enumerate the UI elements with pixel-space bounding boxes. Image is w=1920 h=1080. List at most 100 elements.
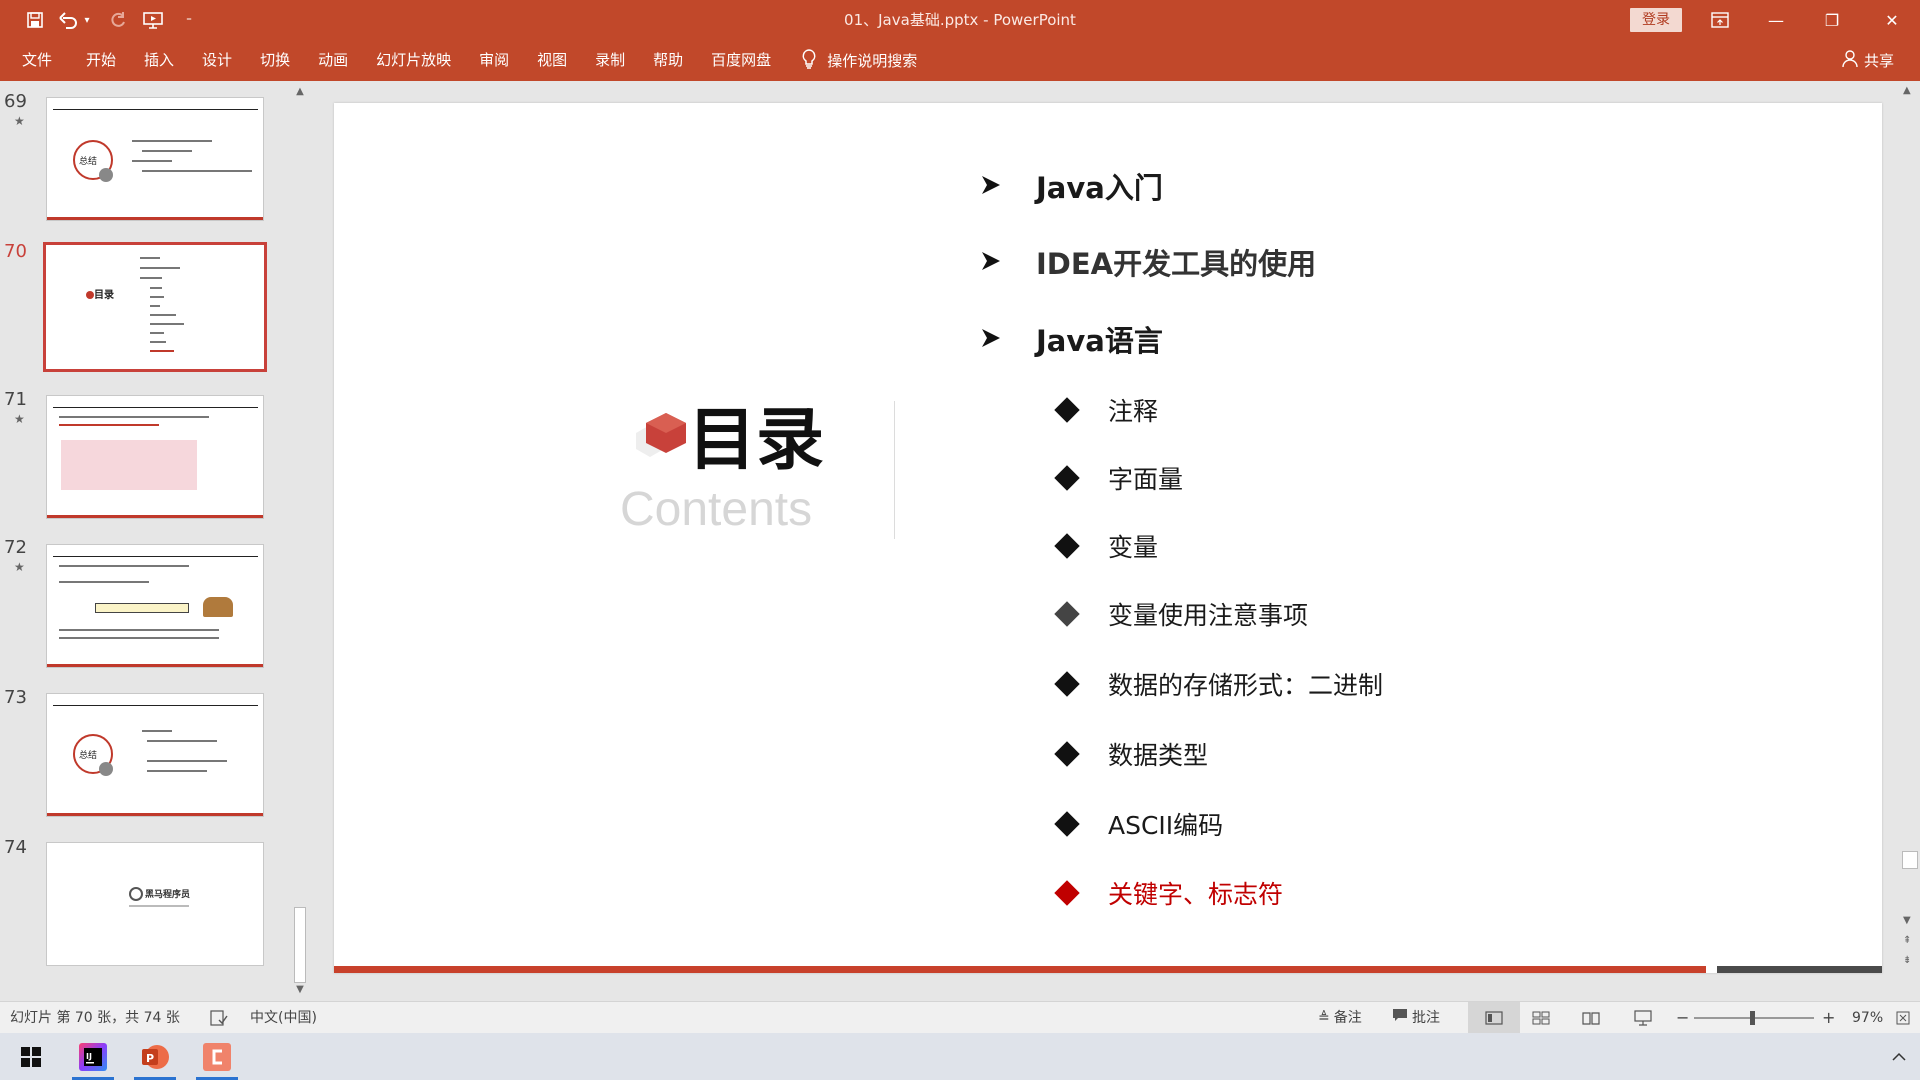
thumbnail-text-line [132, 140, 212, 142]
tab-slideshow[interactable]: 幻灯片放映 [362, 40, 465, 81]
language-indicator[interactable]: 中文(中国) [250, 1002, 317, 1034]
thumbnail-number: 74 [4, 837, 27, 858]
thumbnail-slide-74[interactable]: 黑马程序员 [46, 842, 264, 966]
tell-me-label: 操作说明搜索 [827, 52, 918, 70]
title-bar: ▾ ⁼ 01、Java基础.pptx - PowerPoint 登录 — ❐ ✕ [0, 0, 1920, 40]
slide-scrollbar[interactable]: ▲ ▼ ⇞ ⇟ [1900, 81, 1920, 1001]
thumbnail-slide-69[interactable]: 总结 [46, 97, 264, 221]
toc-subitem-label: 数据类型 [1108, 741, 1209, 770]
animation-star-icon: ★ [14, 412, 25, 426]
thumbnail-slide-72[interactable] [46, 544, 264, 668]
thumbnail-slide-70[interactable]: 目录 [43, 242, 267, 372]
close-button[interactable]: ✕ [1864, 0, 1920, 40]
comment-icon [1392, 1002, 1408, 1034]
diamond-bullet-icon [1054, 397, 1080, 423]
thumbnail-slide-71[interactable] [46, 395, 264, 519]
toc-item: Java入门 [980, 165, 1163, 207]
slide-footer-bar [334, 966, 1706, 973]
animation-star-icon: ★ [14, 560, 25, 574]
minimize-button[interactable]: — [1748, 0, 1804, 40]
svg-text:IJ: IJ [86, 1052, 92, 1061]
thumbnail-text-line [59, 565, 189, 567]
thumbnail-text-line [150, 350, 174, 352]
login-button[interactable]: 登录 [1630, 8, 1682, 32]
scroll-down-arrow-icon[interactable]: ▼ [291, 981, 309, 999]
toc-item-label: IDEA开发工具的使用 [1036, 247, 1317, 281]
tab-file[interactable]: 文件 [0, 40, 72, 81]
save-icon[interactable] [20, 0, 50, 40]
previous-slide-icon[interactable]: ⇞ [1903, 935, 1911, 946]
intellij-idea-icon[interactable]: IJ [68, 1033, 118, 1080]
thumbnail-text-line [147, 740, 217, 742]
thumbnail-text-line [150, 314, 176, 316]
reading-view-icon[interactable] [1582, 1002, 1600, 1034]
tab-record[interactable]: 录制 [581, 40, 639, 81]
thumbnail-text-line [150, 332, 164, 334]
fit-to-window-icon[interactable] [1896, 1002, 1910, 1034]
tab-design[interactable]: 设计 [188, 40, 246, 81]
thumbnail-header [53, 102, 258, 110]
slide-canvas[interactable]: 目录 Contents Java入门 IDEA开发工具的使用 Java语言 注释… [334, 103, 1882, 973]
toc-subitem: 字面量 [1054, 460, 1183, 496]
diamond-bullet-icon [1054, 465, 1080, 491]
thumbnail-header [53, 698, 258, 706]
thumbnail-slide-73[interactable]: 总结 [46, 693, 264, 817]
cube-logo-icon [636, 413, 686, 457]
tab-view[interactable]: 视图 [523, 40, 581, 81]
zoom-out-button[interactable]: − [1676, 1002, 1689, 1034]
scrollbar-thumb[interactable] [294, 907, 306, 983]
show-hidden-icons-chevron-icon[interactable] [1874, 1033, 1920, 1080]
screen-recorder-app-icon[interactable] [192, 1033, 242, 1080]
share-label: 共享 [1863, 52, 1894, 70]
thumbnail-text-line [142, 170, 252, 172]
ribbon-display-options-icon[interactable] [1692, 0, 1748, 40]
zoom-in-button[interactable]: + [1822, 1002, 1835, 1034]
thumbnail-text-line [142, 150, 192, 152]
animation-star-icon: ★ [14, 114, 25, 128]
thumbnail-header [53, 549, 258, 557]
comments-button[interactable]: 批注 [1392, 1002, 1440, 1034]
tell-me-search[interactable]: 操作说明搜索 [801, 48, 918, 73]
notes-button[interactable]: ≜ 备注 [1318, 1002, 1362, 1034]
redo-icon[interactable] [103, 0, 133, 40]
zoom-slider-thumb[interactable] [1750, 1011, 1755, 1025]
tab-transitions[interactable]: 切换 [246, 40, 304, 81]
tab-help[interactable]: 帮助 [639, 40, 697, 81]
arrow-bullet-icon [980, 169, 1010, 203]
next-slide-icon[interactable]: ⇟ [1903, 955, 1911, 966]
thumbnail-text-line [147, 770, 207, 772]
scroll-down-arrow-icon[interactable]: ▼ [1903, 915, 1911, 926]
thumbnail-label: 总结 [79, 157, 98, 167]
share-button[interactable]: 共享 [1842, 40, 1894, 81]
customize-icon[interactable]: ⁼ [174, 0, 204, 40]
toc-item-label: Java语言 [1036, 324, 1163, 358]
tab-review[interactable]: 审阅 [465, 40, 523, 81]
powerpoint-app-icon[interactable]: P [130, 1033, 180, 1080]
thumbnail-text-line [132, 160, 172, 162]
slide-thumbnails-pane: 69 ★ 总结 70 目录 71 ★ 72 ★ 73 总结 74 黑马程序员 [0, 81, 312, 1001]
spell-check-icon[interactable] [210, 1002, 228, 1034]
slideshow-icon[interactable] [138, 0, 168, 40]
tab-home[interactable]: 开始 [72, 40, 130, 81]
scroll-up-arrow-icon[interactable]: ▲ [291, 83, 309, 101]
thumbnails-scrollbar[interactable]: ▲ ▼ [291, 81, 309, 1001]
tab-insert[interactable]: 插入 [130, 40, 188, 81]
toc-item-label: Java入门 [1036, 171, 1163, 205]
thumbnail-text-line [140, 267, 180, 269]
normal-view-icon[interactable] [1468, 1002, 1520, 1034]
windows-start-icon[interactable] [6, 1033, 56, 1080]
diamond-bullet-icon [1054, 671, 1080, 697]
status-bar: 幻灯片 第 70 张，共 74 张 中文(中国) ≜ 备注 批注 − + 97% [0, 1001, 1920, 1034]
tab-animations[interactable]: 动画 [304, 40, 362, 81]
slide-sorter-icon[interactable] [1532, 1002, 1550, 1034]
restore-button[interactable]: ❐ [1804, 0, 1860, 40]
notes-icon: ≜ [1318, 1010, 1330, 1026]
svg-text:P: P [146, 1052, 154, 1065]
undo-dropdown-icon[interactable]: ▾ [80, 0, 94, 40]
scroll-up-arrow-icon[interactable]: ▲ [1903, 85, 1911, 96]
tab-baidu-netdisk[interactable]: 百度网盘 [697, 40, 785, 81]
slideshow-view-icon[interactable] [1634, 1002, 1652, 1034]
scrollbar-thumb[interactable] [1902, 851, 1918, 869]
thumbnail-cube [86, 291, 94, 299]
zoom-level[interactable]: 97% [1852, 1002, 1883, 1034]
